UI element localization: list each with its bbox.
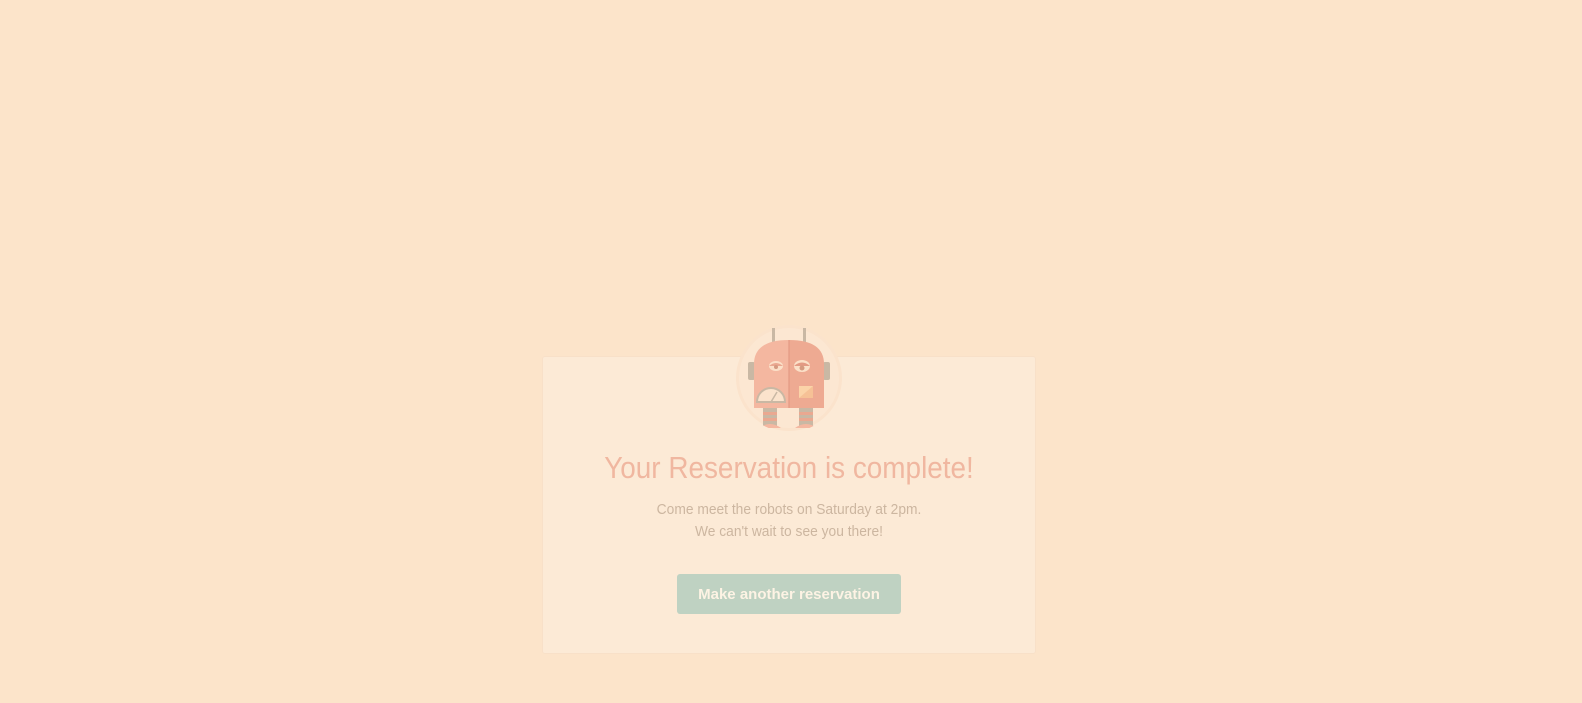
confirmation-message: Come meet the robots on Saturday at 2pm.… [542,499,1036,543]
robot-pupil-left [774,365,778,369]
confirmation-title: Your Reservation is complete! [604,450,974,485]
robot-leg-right-band1 [799,412,813,415]
robot-leg-right-band2 [799,418,813,421]
robot-leg-left-band2 [763,418,777,421]
robot-leg-left [763,408,777,426]
robot-leg-left-band1 [763,412,777,415]
robot-avatar [735,324,843,432]
confirmation-message-line-1: Come meet the robots on Saturday at 2pm. [656,501,922,518]
robot-ear-right [823,362,830,380]
robot-leg-right [799,408,813,426]
robot-ear-left [748,362,755,380]
confirmation-message-line-2: We can't wait to see you there! [694,523,884,540]
robot-icon [736,325,842,431]
robot-pupil-right [799,365,805,371]
make-another-reservation-button[interactable]: Make another reservation [677,574,901,614]
